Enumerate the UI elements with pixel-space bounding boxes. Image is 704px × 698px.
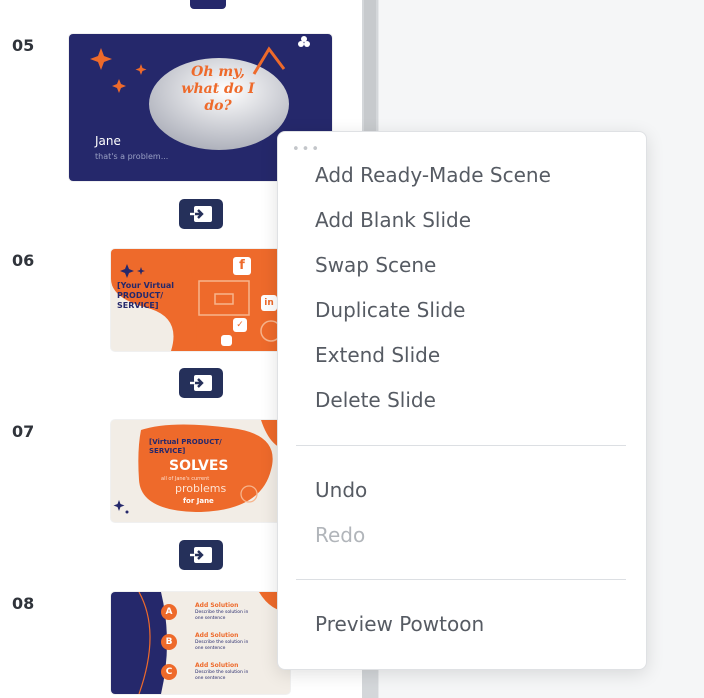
character-caption: that's a problem... [95, 152, 169, 161]
menu-divider [296, 579, 626, 580]
transition-button-07[interactable] [179, 540, 223, 570]
menu-item-swap-scene[interactable]: Swap Scene [315, 253, 436, 277]
menu-item-add-blank-slide[interactable]: Add Blank Slide [315, 208, 471, 232]
solution-title-a: Add Solution [195, 602, 239, 609]
slide-number-05: 05 [12, 36, 35, 55]
slide-context-menu: ••• Add Ready-Made Scene Add Blank Slide… [277, 131, 647, 670]
slide-thumbnail-08[interactable]: A B C Add Solution Describe the solution… [111, 592, 290, 694]
linkedin-icon: in [261, 295, 277, 311]
transition-button-06[interactable] [179, 368, 223, 398]
solution-badge-b: B [161, 634, 177, 650]
menu-item-duplicate-slide[interactable]: Duplicate Slide [315, 298, 465, 322]
solution-desc-c: Describe the solution in one sentence [195, 670, 249, 681]
transition-button-05[interactable] [179, 199, 223, 229]
menu-item-preview-powtoon[interactable]: Preview Powtoon [315, 612, 484, 636]
slide-number-08: 08 [12, 594, 35, 613]
solution-desc-b: Describe the solution in one sentence [195, 640, 249, 651]
character-name: Jane [95, 134, 121, 148]
menu-item-extend-slide[interactable]: Extend Slide [315, 343, 440, 367]
menu-item-add-ready-made-scene[interactable]: Add Ready-Made Scene [315, 163, 551, 187]
twitter-icon: ✓ [233, 318, 247, 332]
previous-transition-button[interactable] [190, 0, 226, 9]
solution-desc-a: Describe the solution in one sentence [195, 610, 249, 621]
transition-icon [190, 206, 212, 222]
solution-badge-a: A [161, 604, 177, 620]
slide-07-line2: problems [175, 482, 227, 495]
facebook-icon: f [233, 257, 251, 275]
more-dots-icon: ••• [292, 142, 322, 157]
instagram-icon [221, 335, 232, 346]
menu-divider [296, 445, 626, 446]
slide-thumbnail-07[interactable]: [Virtual PRODUCT/ SERVICE] SOLVES all of… [111, 420, 290, 522]
slide-07-heading: [Virtual PRODUCT/ SERVICE] [149, 438, 222, 455]
slide-thumbnail-06[interactable]: f in ✓ [Your Virtual PRODUCT/ SERVICE] [111, 249, 290, 351]
menu-item-delete-slide[interactable]: Delete Slide [315, 388, 436, 412]
transition-icon [190, 375, 212, 391]
menu-item-undo[interactable]: Undo [315, 478, 367, 502]
menu-item-redo: Redo [315, 523, 366, 547]
solution-title-c: Add Solution [195, 662, 239, 669]
transition-icon [190, 547, 212, 563]
slide-number-07: 07 [12, 422, 35, 441]
product-text: [Your Virtual PRODUCT/ SERVICE] [117, 281, 175, 310]
slide-number-06: 06 [12, 251, 35, 270]
slide-07-line3: for Jane [183, 497, 214, 505]
solution-badge-c: C [161, 664, 177, 680]
speech-bubble-text: Oh my, what do I do? [181, 64, 255, 114]
solution-title-b: Add Solution [195, 632, 239, 639]
slide-07-big-word: SOLVES [169, 458, 229, 474]
